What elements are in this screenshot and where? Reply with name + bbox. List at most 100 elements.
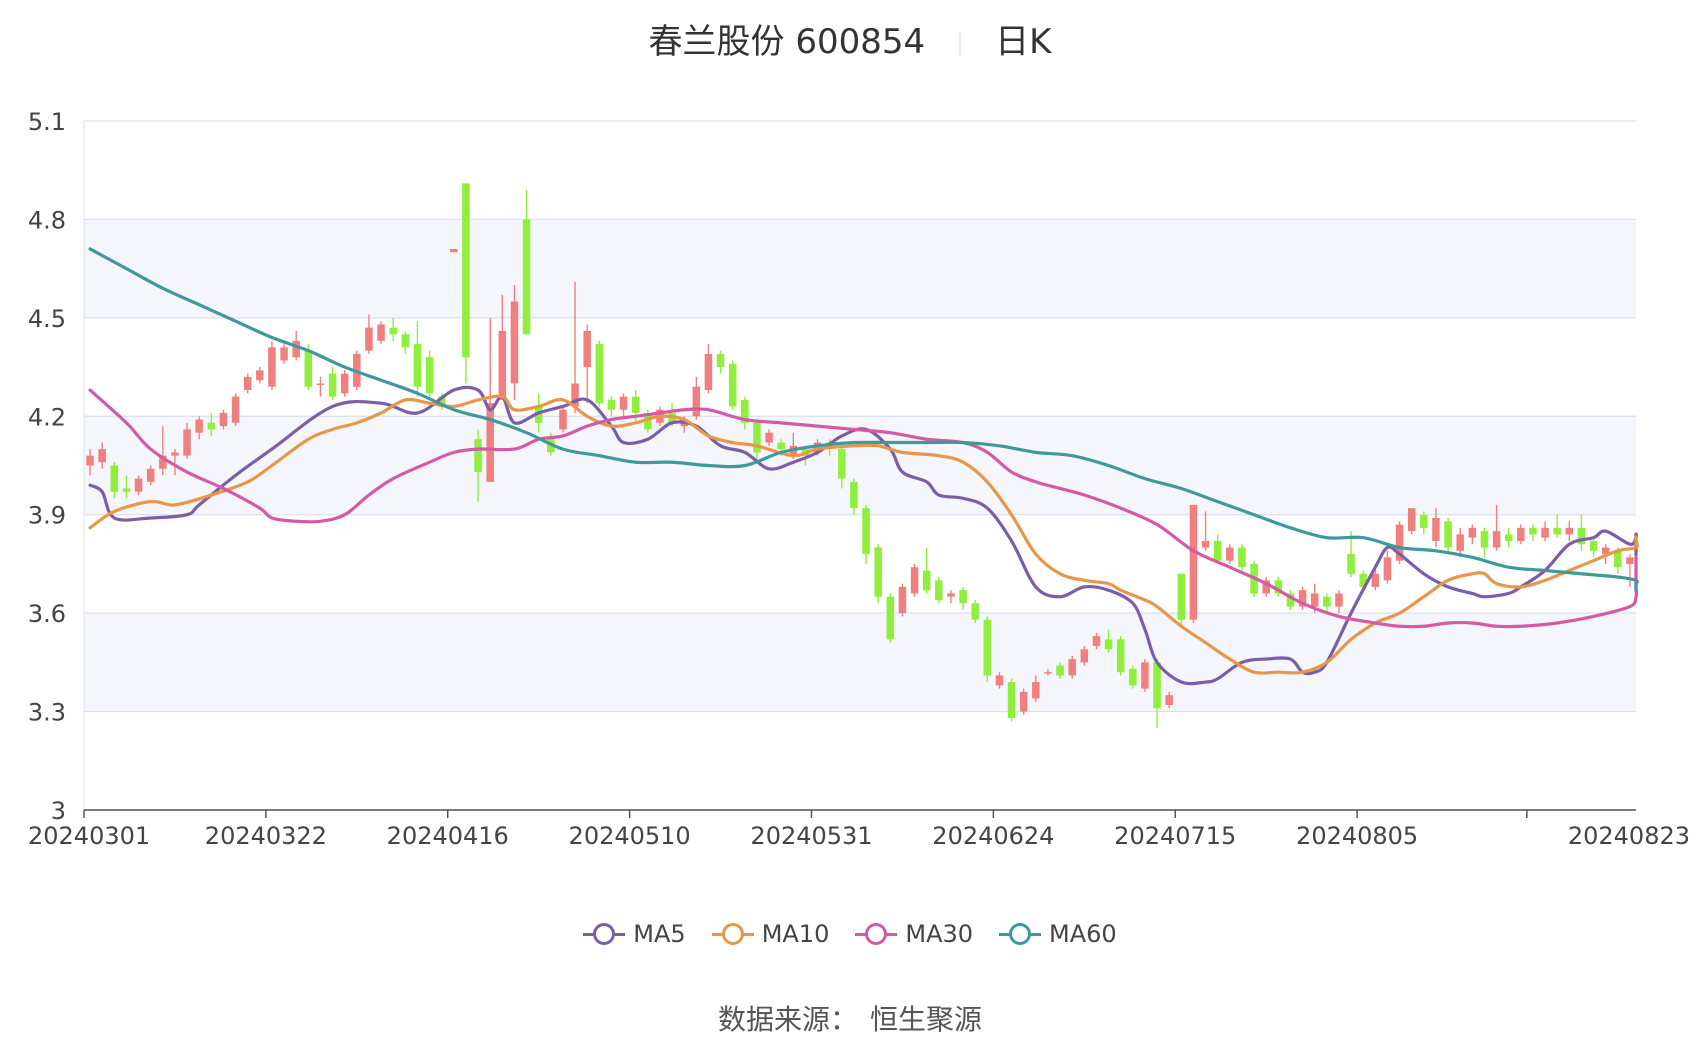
source-name: 恒生聚源	[870, 1003, 983, 1036]
candle-body	[146, 468, 155, 482]
candle	[1420, 511, 1428, 535]
candle	[886, 593, 895, 643]
candle-body	[583, 330, 591, 368]
candle-body	[1407, 508, 1416, 532]
candle-body	[1383, 557, 1392, 581]
candle-body	[183, 429, 191, 456]
candle-body	[1347, 554, 1355, 574]
candle-body	[1080, 649, 1089, 663]
candle-body	[1092, 636, 1101, 646]
candle	[425, 350, 434, 397]
candle	[704, 344, 713, 394]
candle-body	[716, 353, 725, 368]
candle-body	[389, 327, 397, 335]
candle	[1468, 524, 1477, 545]
candle	[510, 285, 519, 400]
candle-body	[935, 580, 943, 601]
y-tick-label: 3.9	[28, 502, 66, 530]
candle	[1226, 544, 1234, 564]
candle	[874, 544, 882, 604]
candle-body	[1468, 527, 1477, 538]
candle	[898, 583, 907, 617]
candle	[1298, 586, 1307, 610]
candlestick-chart: 33.33.63.94.24.54.85.1 20240301 20240322 2…	[28, 108, 1690, 850]
candle-body	[98, 449, 106, 463]
y-tick-label: 4.5	[28, 305, 66, 333]
legend-label: MA5	[633, 920, 686, 948]
candle-body	[207, 422, 216, 430]
candle-body	[292, 340, 300, 358]
candle	[619, 393, 628, 417]
candle-body	[850, 481, 858, 509]
candle	[1116, 636, 1125, 676]
candle	[1129, 665, 1137, 689]
candle	[1577, 514, 1586, 551]
candle	[365, 314, 373, 354]
x-tick-label: 20240322	[205, 822, 327, 850]
candle-body	[134, 478, 143, 492]
candle-body	[607, 399, 616, 410]
candle-body	[462, 183, 470, 358]
candle	[280, 344, 288, 364]
candle	[947, 590, 955, 604]
legend-swatch	[711, 923, 754, 945]
candle-body	[1335, 593, 1343, 607]
candle-body	[1019, 691, 1028, 712]
candle-body	[413, 344, 422, 387]
candle-body	[122, 488, 131, 492]
plot-bands	[84, 219, 1636, 712]
candle-body	[243, 376, 252, 391]
legend-item-ma5[interactable]: MA5	[583, 920, 686, 948]
candle-body	[522, 219, 531, 335]
candle	[377, 321, 385, 345]
candle-body	[280, 347, 288, 361]
candle	[450, 248, 458, 253]
candle-body	[401, 334, 410, 348]
y-tick-label: 3.6	[28, 600, 66, 628]
data-source: 数据来源： 恒生聚源	[0, 998, 1700, 1038]
candle-body	[1517, 527, 1525, 541]
candle-body	[1007, 682, 1016, 719]
candle-body	[1213, 540, 1222, 561]
x-tick-label: 20240805	[1296, 822, 1418, 850]
candle	[413, 321, 422, 397]
candle-body	[1177, 573, 1186, 620]
source-label: 数据来源：	[717, 1003, 858, 1036]
y-tick-label: 4.8	[28, 206, 66, 234]
candle	[1383, 550, 1392, 584]
x-axis: 20240301 20240322 20240416 20240510 20240531…	[28, 809, 1690, 850]
candle-body	[959, 590, 967, 604]
candle	[268, 340, 276, 391]
candle-body	[704, 353, 713, 391]
candle-body	[110, 465, 119, 492]
candle	[983, 616, 992, 683]
legend-item-ma30[interactable]: MA30	[855, 920, 973, 948]
candle-body	[777, 442, 785, 450]
candle-body	[340, 373, 349, 394]
candle	[1019, 688, 1028, 715]
candle	[486, 317, 494, 482]
candle-body	[256, 370, 264, 381]
candle-body	[304, 350, 313, 387]
candle-body	[474, 439, 482, 473]
x-tick-label: 20240624	[932, 822, 1054, 850]
legend-item-ma60[interactable]: MA60	[999, 920, 1117, 948]
candle	[1407, 508, 1416, 535]
legend-item-ma10[interactable]: MA10	[711, 920, 829, 948]
candle	[316, 376, 325, 397]
candle-body	[1553, 527, 1561, 535]
candle-body	[1480, 531, 1489, 548]
candle-body	[1044, 672, 1052, 674]
candle-body	[498, 330, 507, 400]
candle	[1589, 537, 1598, 558]
candle	[862, 504, 870, 564]
candle-body	[1432, 517, 1440, 541]
candle-body	[995, 675, 1004, 686]
candle-body	[595, 344, 604, 404]
candle-body	[1238, 547, 1246, 568]
candle-body	[1226, 547, 1234, 561]
x-tick-label: 20240823	[1568, 822, 1690, 850]
candle	[922, 547, 931, 594]
candle	[1068, 655, 1076, 679]
legend-label: MA60	[1049, 920, 1117, 948]
